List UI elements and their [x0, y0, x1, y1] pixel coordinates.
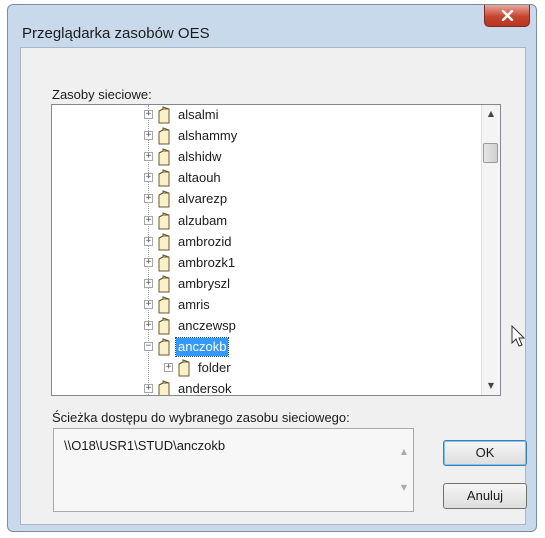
tree-item[interactable]: + ambryszl	[52, 274, 452, 295]
tree-item-label[interactable]: ambryszl	[176, 275, 232, 293]
expand-icon[interactable]: +	[144, 152, 153, 162]
expand-icon[interactable]: +	[144, 131, 153, 141]
expand-icon[interactable]: +	[144, 110, 153, 119]
tree-item[interactable]: + ambrozk1	[52, 253, 452, 274]
scroll-down-arrow[interactable]: ▼	[482, 377, 500, 395]
folder-icon	[158, 169, 170, 187]
path-scroll-up-arrow[interactable]: ▲	[395, 443, 413, 461]
tree-item-label[interactable]: ambrozid	[176, 233, 233, 251]
tree-item[interactable]: + alshidw	[52, 147, 452, 168]
folder-icon	[158, 148, 170, 166]
tree-scrollbar[interactable]: ▲ ▼	[481, 105, 500, 395]
folder-icon	[158, 127, 170, 145]
tree-item[interactable]: − anczokb	[52, 337, 452, 358]
tree-label: Zasoby sieciowe:	[52, 87, 152, 102]
expand-icon[interactable]: +	[144, 278, 153, 288]
expand-icon[interactable]: +	[144, 194, 153, 204]
close-icon	[501, 10, 514, 21]
expand-icon[interactable]: −	[144, 342, 153, 352]
tree-item[interactable]: + alzubam	[52, 211, 452, 232]
tree-item[interactable]: + andersok	[52, 379, 452, 395]
expand-icon[interactable]: +	[144, 299, 153, 309]
folder-icon	[158, 190, 170, 208]
path-label: Ścieżka dostępu do wybranego zasobu siec…	[52, 410, 350, 425]
folder-icon	[158, 380, 170, 395]
path-scroll-down-arrow[interactable]: ▼	[395, 479, 413, 497]
tree-item-label[interactable]: alvarezp	[176, 190, 229, 208]
tree-item[interactable]: + folder	[52, 358, 452, 379]
folder-icon	[158, 211, 170, 229]
tree-item[interactable]: + alsalmi	[52, 105, 452, 126]
expand-icon[interactable]: +	[144, 173, 153, 183]
tree-item-label[interactable]: andersok	[176, 380, 233, 395]
tree-item-label[interactable]: alshammy	[176, 127, 239, 145]
scroll-up-arrow[interactable]: ▲	[482, 105, 500, 123]
title-bar[interactable]: Przeglądarka zasobów OES	[8, 5, 536, 47]
expand-icon[interactable]: +	[164, 363, 173, 373]
ok-button[interactable]: OK	[443, 440, 527, 466]
tree-item[interactable]: + amris	[52, 295, 452, 316]
expand-icon[interactable]: +	[144, 236, 153, 246]
folder-icon	[158, 232, 170, 251]
tree-item[interactable]: + altaouh	[52, 168, 452, 189]
folder-icon	[178, 359, 190, 377]
tree-item[interactable]: + ambrozid	[52, 232, 452, 253]
tree-item-label[interactable]: alzubam	[176, 212, 229, 230]
folder-icon	[158, 317, 170, 335]
cancel-button[interactable]: Anuluj	[443, 483, 527, 509]
tree-item[interactable]: + anczewsp	[52, 316, 452, 337]
resource-tree[interactable]: ▲ ▼ + alsalmi + alshammy + alshidw + altaouh + al…	[51, 104, 501, 396]
tree-item-label[interactable]: ambrozk1	[176, 254, 237, 272]
folder-icon	[158, 253, 170, 272]
tree-item-label[interactable]: altaouh	[176, 169, 223, 187]
tree-item[interactable]: + alvarezp	[52, 189, 452, 210]
close-button[interactable]	[484, 5, 530, 27]
expand-icon[interactable]: +	[144, 384, 153, 394]
path-scrollbar[interactable]: ▲ ▼	[395, 429, 413, 511]
expand-icon[interactable]: +	[144, 321, 153, 330]
scroll-thumb[interactable]	[483, 143, 498, 163]
tree-item[interactable]: + alshammy	[52, 126, 452, 147]
folder-icon	[158, 296, 170, 314]
tree-item-label[interactable]: folder	[196, 359, 233, 377]
mouse-cursor-icon	[511, 325, 526, 347]
folder-icon	[158, 338, 170, 356]
path-value: \\O18\USR1\STUD\anczokb	[64, 438, 226, 453]
expand-icon[interactable]: +	[144, 257, 153, 267]
folder-icon	[158, 106, 170, 124]
expand-icon[interactable]: +	[144, 215, 153, 225]
tree-item-label[interactable]: alsalmi	[176, 106, 220, 124]
window-title: Przeglądarka zasobów OES	[22, 25, 210, 42]
tree-item-label[interactable]: anczokb	[174, 337, 230, 358]
folder-icon	[158, 275, 170, 293]
tree-item-label[interactable]: anczewsp	[176, 317, 238, 335]
tree-item-label[interactable]: amris	[176, 296, 212, 314]
tree-item-label[interactable]: alshidw	[176, 148, 223, 166]
path-field[interactable]: \\O18\USR1\STUD\anczokb ▲ ▼	[53, 428, 414, 512]
